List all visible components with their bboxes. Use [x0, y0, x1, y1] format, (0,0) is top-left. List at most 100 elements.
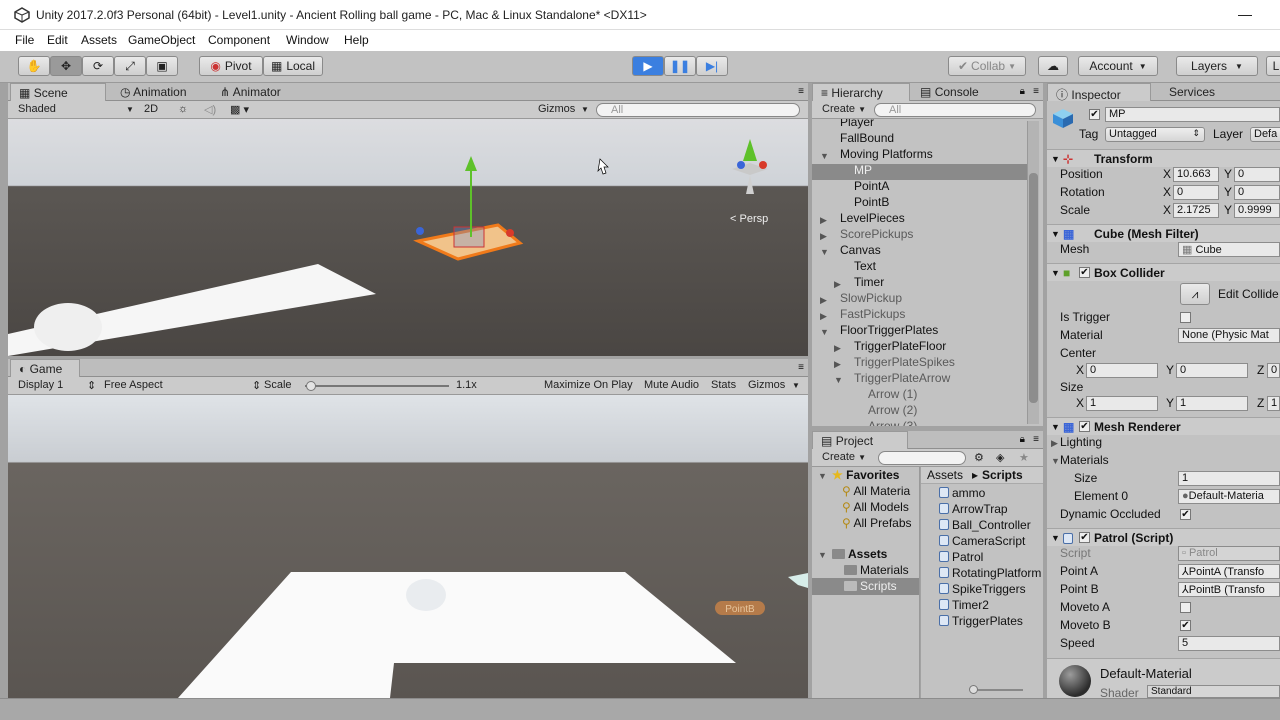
folder-scripts[interactable]: Scripts: [844, 579, 897, 595]
zoom-slider-track[interactable]: [973, 689, 1023, 691]
hierarchy-item[interactable]: FloorTriggerPlates: [840, 323, 938, 339]
scale-slider-thumb[interactable]: [306, 381, 316, 391]
scale-tool-button[interactable]: ⤢: [114, 56, 146, 76]
display-dropdown[interactable]: Display 1: [18, 379, 63, 393]
object-name-field[interactable]: MP: [1105, 107, 1280, 122]
rotation-x-field[interactable]: 0: [1173, 185, 1219, 200]
lock-icon[interactable]: 🔒︎: [1020, 86, 1025, 97]
menu-edit[interactable]: Edit: [47, 33, 68, 47]
hierarchy-item[interactable]: LevelPieces: [840, 211, 905, 227]
scale-x-field[interactable]: 2.1725: [1173, 203, 1219, 218]
position-y-field[interactable]: 0: [1234, 167, 1280, 182]
2d-toggle[interactable]: 2D: [144, 103, 158, 117]
hierarchy-item[interactable]: PointA: [854, 179, 889, 195]
game-view[interactable]: PointB: [8, 395, 808, 698]
physic-material-field[interactable]: None (Physic Mat: [1178, 328, 1280, 343]
size-z-field[interactable]: 1: [1267, 396, 1280, 411]
hierarchy-scrollbar[interactable]: [1027, 121, 1039, 424]
panel-menu-icon[interactable]: ≡: [798, 362, 804, 373]
hand-tool-button[interactable]: ✋: [18, 56, 50, 76]
size-y-field[interactable]: 1: [1176, 396, 1248, 411]
step-button[interactable]: ▶|: [696, 56, 728, 76]
tag-dropdown[interactable]: Untagged ⇕: [1105, 127, 1205, 142]
point-a-field[interactable]: ⅄PointA (Transfo: [1178, 564, 1280, 579]
script-file[interactable]: ammo: [939, 486, 985, 502]
aspect-dropdown[interactable]: Free Aspect: [104, 379, 163, 393]
tab-scene[interactable]: ▦ Scene: [10, 83, 106, 101]
hierarchy-item[interactable]: MP: [854, 163, 872, 179]
persp-label[interactable]: < Persp: [730, 213, 768, 225]
layer-dropdown[interactable]: Defa: [1250, 127, 1280, 142]
maximize-on-play-toggle[interactable]: Maximize On Play: [544, 379, 633, 393]
center-x-field[interactable]: 0: [1086, 363, 1158, 378]
hierarchy-item[interactable]: PointB: [854, 195, 889, 211]
rotate-tool-button[interactable]: ⟳: [82, 56, 114, 76]
expand-arrow-icon[interactable]: ▶: [820, 231, 827, 242]
tab-animator[interactable]: ⋔ Animator: [212, 83, 289, 101]
scene-search-input[interactable]: All: [596, 103, 800, 117]
layout-button[interactable]: L: [1266, 56, 1280, 76]
scene-view[interactable]: < Persp: [8, 119, 808, 356]
local-button[interactable]: ▦ Local: [263, 56, 323, 76]
favorite-star-icon[interactable]: ★: [1019, 451, 1029, 465]
mute-audio-toggle[interactable]: Mute Audio: [644, 379, 699, 393]
pause-button[interactable]: ❚❚: [664, 56, 696, 76]
panel-menu-icon[interactable]: ≡: [1033, 434, 1039, 445]
mesh-filter-header[interactable]: ▼ ▦ Cube (Mesh Filter): [1047, 224, 1280, 242]
hierarchy-item[interactable]: Player: [840, 119, 874, 131]
pivot-button[interactable]: ◉ Pivot: [199, 56, 263, 76]
tab-inspector[interactable]: ⓘ Inspector: [1047, 83, 1151, 102]
scene-gizmos-dropdown[interactable]: Gizmos: [538, 103, 575, 117]
element-0-field[interactable]: ●Default-Materia: [1178, 489, 1280, 504]
patrol-header[interactable]: ▼ ✔ Patrol (Script): [1047, 528, 1280, 546]
lighting-foldout[interactable]: Lighting: [1060, 435, 1102, 451]
panel-menu-icon[interactable]: ≡: [798, 86, 804, 97]
center-y-field[interactable]: 0: [1176, 363, 1248, 378]
size-x-field[interactable]: 1: [1086, 396, 1158, 411]
panel-menu-icon[interactable]: ≡: [1033, 86, 1039, 97]
collab-button[interactable]: ✔ Collab ▼: [948, 56, 1026, 76]
is-trigger-checkbox[interactable]: [1180, 312, 1191, 323]
expand-arrow-icon[interactable]: ▶: [820, 215, 827, 226]
lighting-toggle-icon[interactable]: ☼: [178, 103, 188, 117]
expand-arrow-icon[interactable]: ▶: [834, 343, 841, 354]
minimize-button[interactable]: —: [1238, 6, 1252, 22]
script-file[interactable]: Patrol: [939, 550, 983, 566]
scale-slider-track[interactable]: [305, 385, 449, 387]
expand-arrow-icon[interactable]: ▶: [820, 295, 827, 306]
expand-arrow-icon[interactable]: ▶: [834, 359, 841, 370]
box-collider-enabled-checkbox[interactable]: ✔: [1079, 267, 1090, 278]
hierarchy-item[interactable]: TriggerPlateFloor: [854, 339, 946, 355]
menu-gameobject[interactable]: GameObject: [128, 33, 195, 47]
expand-arrow-icon[interactable]: ▼: [820, 247, 829, 257]
menu-assets[interactable]: Assets: [81, 33, 117, 47]
transform-header[interactable]: ▼ ⊹ Transform: [1047, 149, 1280, 167]
tab-animation[interactable]: ◷ Animation: [112, 83, 195, 101]
lock-icon[interactable]: 🔒︎: [1020, 434, 1025, 445]
tab-game[interactable]: ◐ Game: [10, 359, 80, 377]
hierarchy-item[interactable]: TriggerPlateArrow: [854, 371, 950, 387]
hierarchy-item[interactable]: ScorePickups: [840, 227, 913, 243]
menu-window[interactable]: Window: [286, 33, 329, 47]
hierarchy-item[interactable]: TriggerPlateSpikes: [854, 355, 955, 371]
hierarchy-create-button[interactable]: Create ▼: [822, 103, 866, 117]
scale-y-field[interactable]: 0.9999: [1234, 203, 1280, 218]
center-z-field[interactable]: 0: [1267, 363, 1280, 378]
hierarchy-item[interactable]: Text: [854, 259, 876, 275]
speed-field[interactable]: 5: [1178, 636, 1280, 651]
hierarchy-item[interactable]: Timer: [854, 275, 884, 291]
tab-project[interactable]: ▤ Project: [812, 431, 908, 449]
menu-file[interactable]: File: [15, 33, 34, 47]
point-b-field[interactable]: ⅄PointB (Transfo: [1178, 582, 1280, 597]
project-search-input[interactable]: [878, 451, 966, 465]
hierarchy-item[interactable]: SlowPickup: [840, 291, 902, 307]
game-gizmos-dropdown[interactable]: Gizmos: [748, 379, 785, 393]
favorite-all-materials[interactable]: ⚲ All Materia: [842, 484, 910, 500]
mesh-field[interactable]: ▦ Cube: [1178, 242, 1280, 257]
hierarchy-item[interactable]: FallBound: [840, 131, 894, 147]
expand-arrow-icon[interactable]: ▼: [820, 327, 829, 337]
move-tool-button[interactable]: ✥: [50, 56, 82, 76]
position-x-field[interactable]: 10.663: [1173, 167, 1219, 182]
folder-materials[interactable]: Materials: [844, 563, 909, 579]
audio-toggle-icon[interactable]: ◁): [204, 103, 216, 117]
